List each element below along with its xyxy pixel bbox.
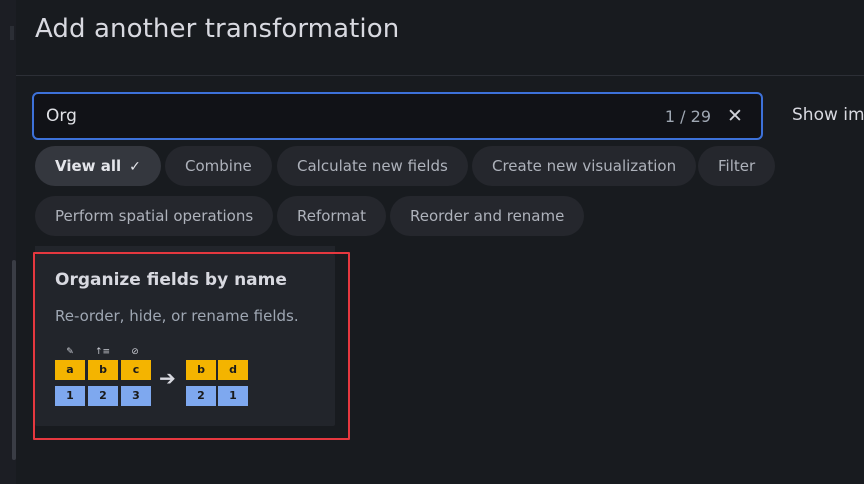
- illustration-cell: b: [88, 360, 118, 380]
- show-images-toggle-label[interactable]: Show im: [792, 105, 864, 125]
- chip-label: Reorder and rename: [410, 207, 565, 225]
- chip-label: View all: [55, 157, 122, 175]
- chip-label: Reformat: [297, 207, 367, 225]
- illustration-cell: 2: [186, 386, 216, 406]
- search-box: 1 / 29 ✕: [32, 92, 763, 140]
- chip-label: Perform spatial operations: [55, 207, 254, 225]
- chip-label: Calculate new fields: [297, 157, 448, 175]
- chip-reformat[interactable]: Reformat: [277, 196, 387, 236]
- background-fragment: [10, 26, 14, 40]
- transformation-drawer: Add another transformation 1 / 29 ✕ Show…: [16, 0, 864, 484]
- illustration-cell: 2: [88, 386, 118, 406]
- pencil-icon: ✎: [66, 347, 74, 357]
- checkmark-icon: ✓: [129, 159, 141, 175]
- background-panel: [0, 0, 16, 484]
- search-input[interactable]: [46, 94, 606, 138]
- card-title: Organize fields by name: [55, 270, 287, 290]
- chip-calculate-new-fields[interactable]: Calculate new fields: [277, 146, 468, 186]
- match-count: 1 / 29: [664, 107, 711, 126]
- eye-slash-icon: ⊘: [131, 347, 139, 357]
- chip-label: Create new visualization: [492, 157, 677, 175]
- chip-view-all[interactable]: View all ✓: [35, 146, 161, 186]
- illustration-cell: a: [55, 360, 85, 380]
- illustration-cell: 1: [218, 386, 248, 406]
- chip-filter[interactable]: Filter: [698, 146, 776, 186]
- illustration-cell: d: [218, 360, 248, 380]
- illustration-cell: 3: [121, 386, 151, 406]
- reorder-icon: ↑≡: [95, 347, 111, 357]
- illustration-cell: 1: [55, 386, 85, 406]
- chip-label: Filter: [718, 157, 756, 175]
- chip-reorder-and-rename[interactable]: Reorder and rename: [390, 196, 585, 236]
- drawer-title: Add another transformation: [35, 14, 400, 44]
- chip-create-new-visualization[interactable]: Create new visualization: [472, 146, 697, 186]
- illustration-cell: c: [121, 360, 151, 380]
- chip-perform-spatial-operations[interactable]: Perform spatial operations: [35, 196, 274, 236]
- card-top-edge: [35, 246, 335, 254]
- chip-label: Combine: [185, 157, 252, 175]
- illustration-cell: b: [186, 360, 216, 380]
- chip-combine[interactable]: Combine: [165, 146, 272, 186]
- arrow-right-icon: ➔: [159, 366, 176, 390]
- organize-fields-card[interactable]: Organize fields by name Re-order, hide, …: [35, 254, 335, 426]
- divider: [16, 75, 864, 76]
- card-description: Re-order, hide, or rename fields.: [55, 307, 299, 325]
- close-icon[interactable]: ✕: [725, 104, 745, 128]
